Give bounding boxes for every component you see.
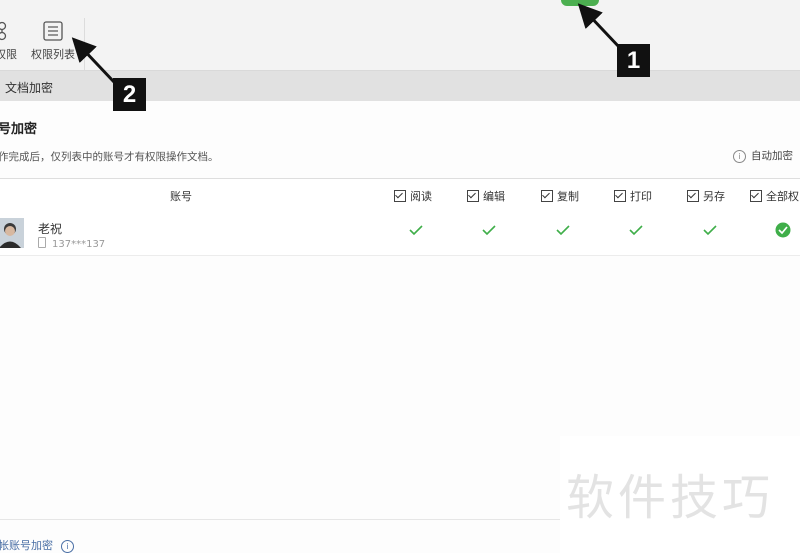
callout-2: 2 [113,78,146,111]
arrow-2 [71,37,116,84]
callout-1: 1 [617,44,650,77]
arrow-1 [577,3,622,50]
